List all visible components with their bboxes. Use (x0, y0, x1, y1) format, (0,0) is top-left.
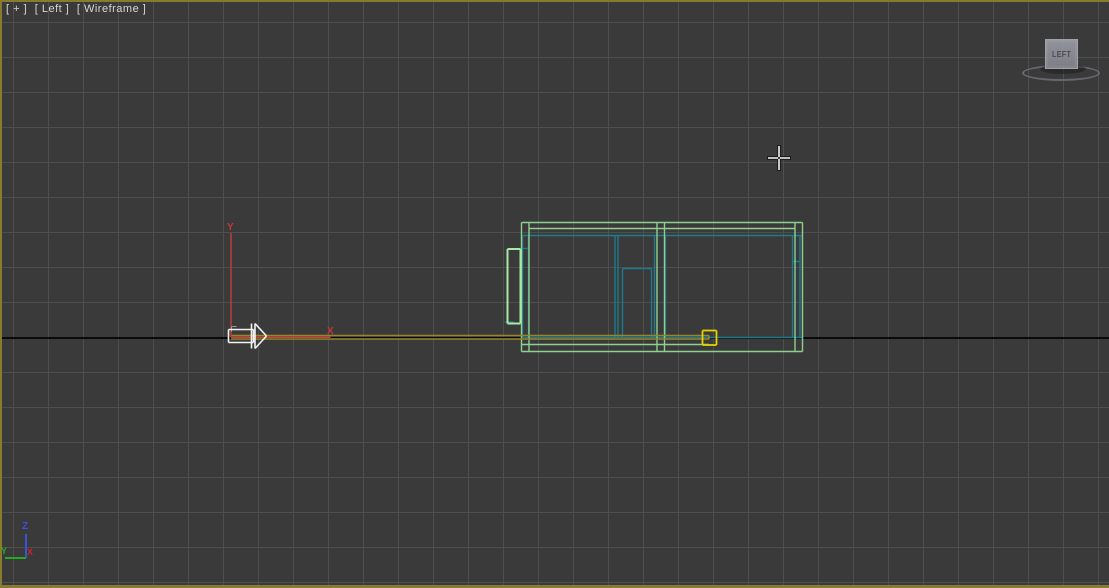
scene-wireframe (0, 0, 1109, 588)
world-z-axis-label: Z (22, 522, 28, 532)
viewcube-face-label: LEFT (1052, 50, 1071, 59)
viewport-menu-shading[interactable]: [ Wireframe ] (77, 3, 146, 15)
viewport-left-wireframe[interactable]: [ + ] [ Left ] [ Wireframe ] Y X Z Y X L… (0, 0, 1109, 588)
viewport-menu-pov[interactable]: [ Left ] (35, 3, 70, 15)
viewport-label: [ + ] [ Left ] [ Wireframe ] (6, 3, 150, 15)
window-wireframe[interactable] (508, 249, 521, 324)
viewport-menu-general[interactable]: [ + ] (6, 3, 27, 15)
axis-tripod-gizmo[interactable] (231, 233, 331, 337)
gizmo-x-axis-label: X (327, 327, 334, 337)
viewcube-face-left[interactable]: LEFT (1045, 39, 1078, 69)
house-frame-teal[interactable] (505, 236, 803, 338)
world-y-axis-label: Y (1, 546, 7, 556)
viewcube[interactable]: LEFT (1020, 34, 1106, 82)
world-x-axis-label: X (27, 547, 33, 557)
house-shell-green[interactable] (522, 223, 803, 352)
gizmo-y-axis-label: Y (227, 223, 234, 233)
